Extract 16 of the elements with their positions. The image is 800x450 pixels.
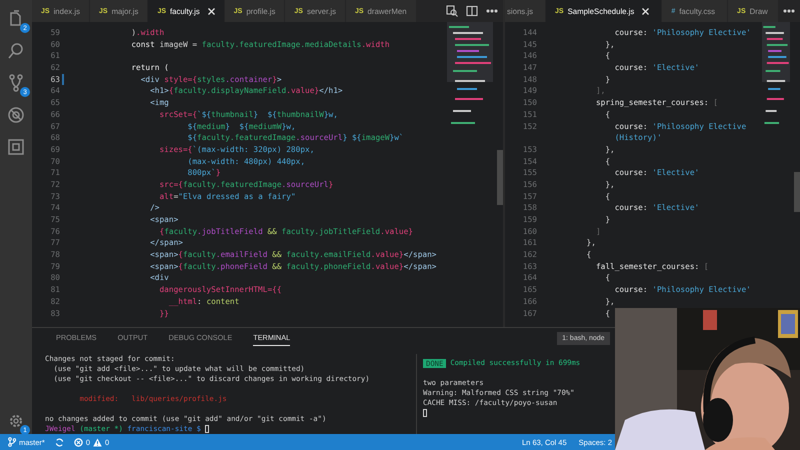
debug-icon[interactable]: [7, 106, 25, 124]
extensions-icon[interactable]: [7, 138, 25, 156]
warning-icon: [93, 438, 102, 446]
scrollbar-thumb[interactable]: [497, 150, 503, 205]
close-icon[interactable]: [208, 8, 215, 14]
branch-icon: [8, 437, 16, 447]
split-editor-icon[interactable]: [466, 5, 478, 17]
open-changes-icon[interactable]: [446, 5, 458, 17]
search-icon[interactable]: [7, 42, 25, 60]
settings-icon[interactable]: [7, 412, 25, 430]
sync-icon[interactable]: [54, 438, 64, 446]
source-control-icon[interactable]: [7, 74, 25, 92]
change-marker: [62, 74, 64, 86]
close-icon[interactable]: [642, 8, 650, 14]
error-icon: [74, 438, 83, 446]
scrollbar-thumb[interactable]: [794, 172, 800, 212]
